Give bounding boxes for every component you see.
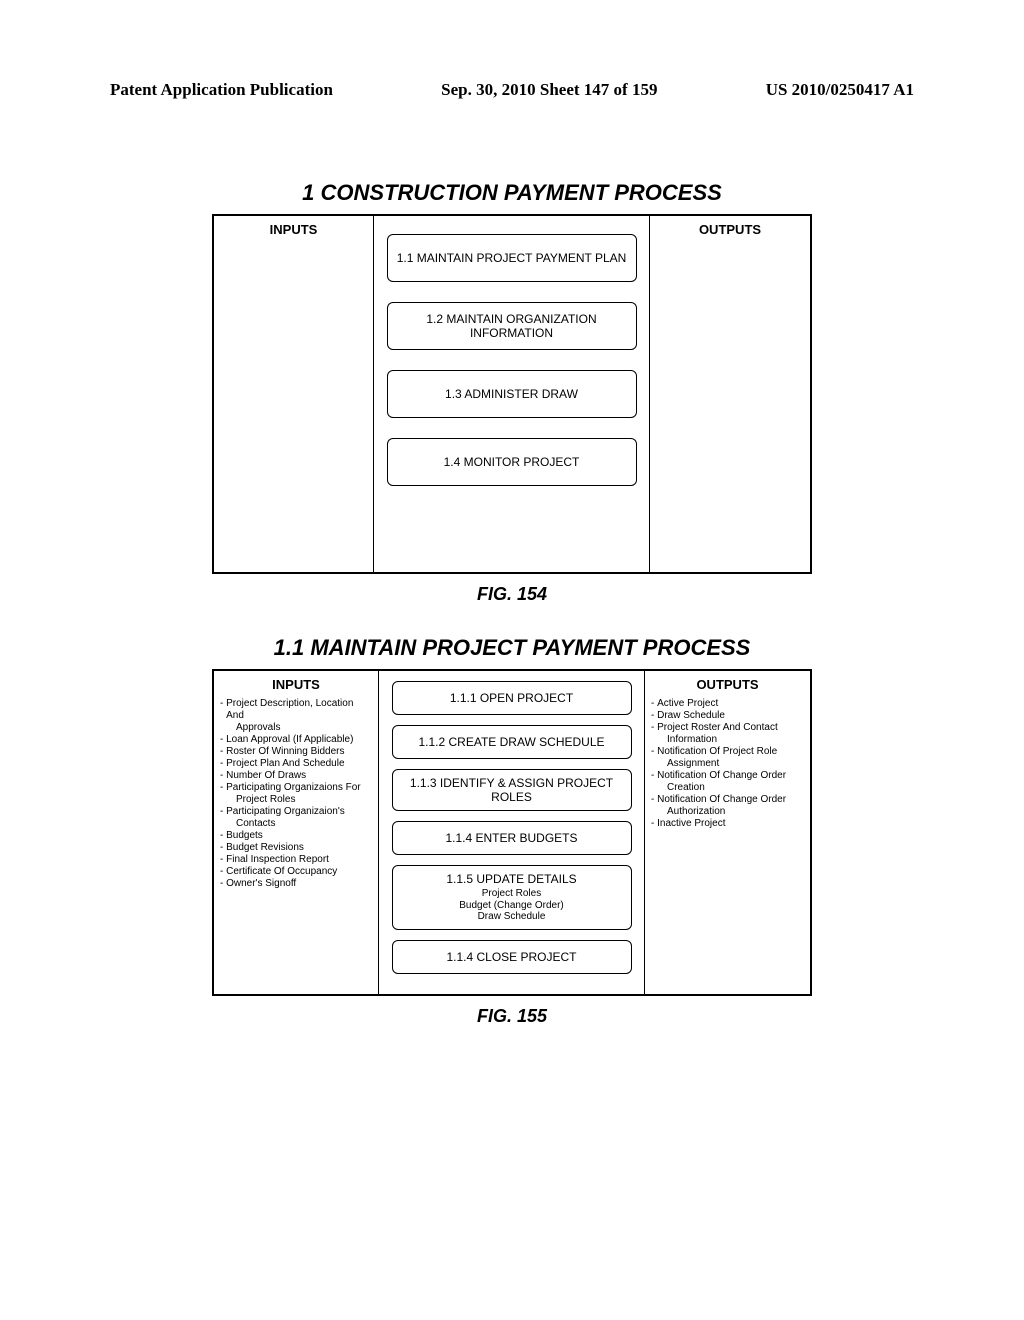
process-box: 1.1.3 IDENTIFY & ASSIGN PROJECT ROLES <box>392 769 632 811</box>
io-item: Budget Revisions <box>220 842 372 854</box>
fig154-inputs-header: INPUTS <box>220 222 367 237</box>
fig155-outputs-list: Active ProjectDraw ScheduleProject Roste… <box>651 698 804 830</box>
io-item: Draw Schedule <box>651 710 804 722</box>
io-item: Loan Approval (If Applicable) <box>220 734 372 746</box>
process-box: 1.2 MAINTAIN ORGANIZATION INFORMATION <box>387 302 637 350</box>
fig155-outputs-col: OUTPUTS Active ProjectDraw ScheduleProje… <box>645 671 810 994</box>
process-box: 1.4 MONITOR PROJECT <box>387 438 637 486</box>
process-title: 1.1.4 ENTER BUDGETS <box>445 831 577 845</box>
fig155-caption: FIG. 155 <box>110 1006 914 1027</box>
io-item: Participating Organizaions For <box>220 782 372 794</box>
io-item: Participating Organizaion's <box>220 806 372 818</box>
io-item: Inactive Project <box>651 818 804 830</box>
fig154-outputs-header: OUTPUTS <box>656 222 804 237</box>
io-item: Authorization <box>659 806 804 818</box>
io-item: Project Description, Location And <box>220 698 372 722</box>
process-sublines: Project RolesBudget (Change Order)Draw S… <box>459 888 564 923</box>
io-item: Assignment <box>659 758 804 770</box>
io-item: Project Roster And Contact <box>651 722 804 734</box>
fig155-inputs-header: INPUTS <box>220 677 372 692</box>
fig155-inputs-col: INPUTS Project Description, Location And… <box>214 671 379 994</box>
process-box: 1.1.4 CLOSE PROJECT <box>392 940 632 974</box>
header-left: Patent Application Publication <box>110 80 333 100</box>
fig154-process-col: 1.1 MAINTAIN PROJECT PAYMENT PLAN 1.2 MA… <box>374 216 650 572</box>
io-item: Project Plan And Schedule <box>220 758 372 770</box>
process-title: 1.1.1 OPEN PROJECT <box>450 691 573 705</box>
fig155-title: 1.1 MAINTAIN PROJECT PAYMENT PROCESS <box>110 635 914 661</box>
fig154-inputs-col: INPUTS <box>214 216 374 572</box>
patent-page: Patent Application Publication Sep. 30, … <box>0 0 1024 1320</box>
io-item: Active Project <box>651 698 804 710</box>
io-item: Contacts <box>228 818 372 830</box>
fig155-outputs-header: OUTPUTS <box>651 677 804 692</box>
process-box: 1.1.4 ENTER BUDGETS <box>392 821 632 855</box>
header-center: Sep. 30, 2010 Sheet 147 of 159 <box>441 80 657 100</box>
io-item: Budgets <box>220 830 372 842</box>
io-item: Number Of Draws <box>220 770 372 782</box>
fig154-title: 1 CONSTRUCTION PAYMENT PROCESS <box>110 180 914 206</box>
process-box: 1.3 ADMINISTER DRAW <box>387 370 637 418</box>
process-box: 1.1.5 UPDATE DETAILS Project RolesBudget … <box>392 865 632 930</box>
io-item: Notification Of Change Order <box>651 770 804 782</box>
fig155-process-col: 1.1.1 OPEN PROJECT 1.1.2 CREATE DRAW SCHE… <box>379 671 645 994</box>
process-box: 1.1 MAINTAIN PROJECT PAYMENT PLAN <box>387 234 637 282</box>
io-item: Owner's Signoff <box>220 878 372 890</box>
io-item: Information <box>659 734 804 746</box>
fig154-outputs-col: OUTPUTS <box>650 216 810 572</box>
process-title: 1.1.5 UPDATE DETAILS <box>446 872 576 886</box>
fig154-frame: INPUTS 1.1 MAINTAIN PROJECT PAYMENT PLAN… <box>212 214 812 574</box>
io-item: Notification Of Change Order <box>651 794 804 806</box>
io-item: Notification Of Project Role <box>651 746 804 758</box>
fig154-caption: FIG. 154 <box>110 584 914 605</box>
header-right: US 2010/0250417 A1 <box>766 80 914 100</box>
process-title: 1.1.4 CLOSE PROJECT <box>446 950 576 964</box>
page-header: Patent Application Publication Sep. 30, … <box>110 80 914 100</box>
io-item: Approvals <box>228 722 372 734</box>
process-title: 1.1.3 IDENTIFY & ASSIGN PROJECT ROLES <box>399 776 625 804</box>
io-item: Roster Of Winning Bidders <box>220 746 372 758</box>
process-title: 1.1.2 CREATE DRAW SCHEDULE <box>418 735 604 749</box>
process-box: 1.1.1 OPEN PROJECT <box>392 681 632 715</box>
fig155-frame: INPUTS Project Description, Location And… <box>212 669 812 996</box>
process-box: 1.1.2 CREATE DRAW SCHEDULE <box>392 725 632 759</box>
io-item: Creation <box>659 782 804 794</box>
fig155-inputs-list: Project Description, Location AndApprova… <box>220 698 372 890</box>
io-item: Final Inspection Report <box>220 854 372 866</box>
io-item: Project Roles <box>228 794 372 806</box>
io-item: Certificate Of Occupancy <box>220 866 372 878</box>
